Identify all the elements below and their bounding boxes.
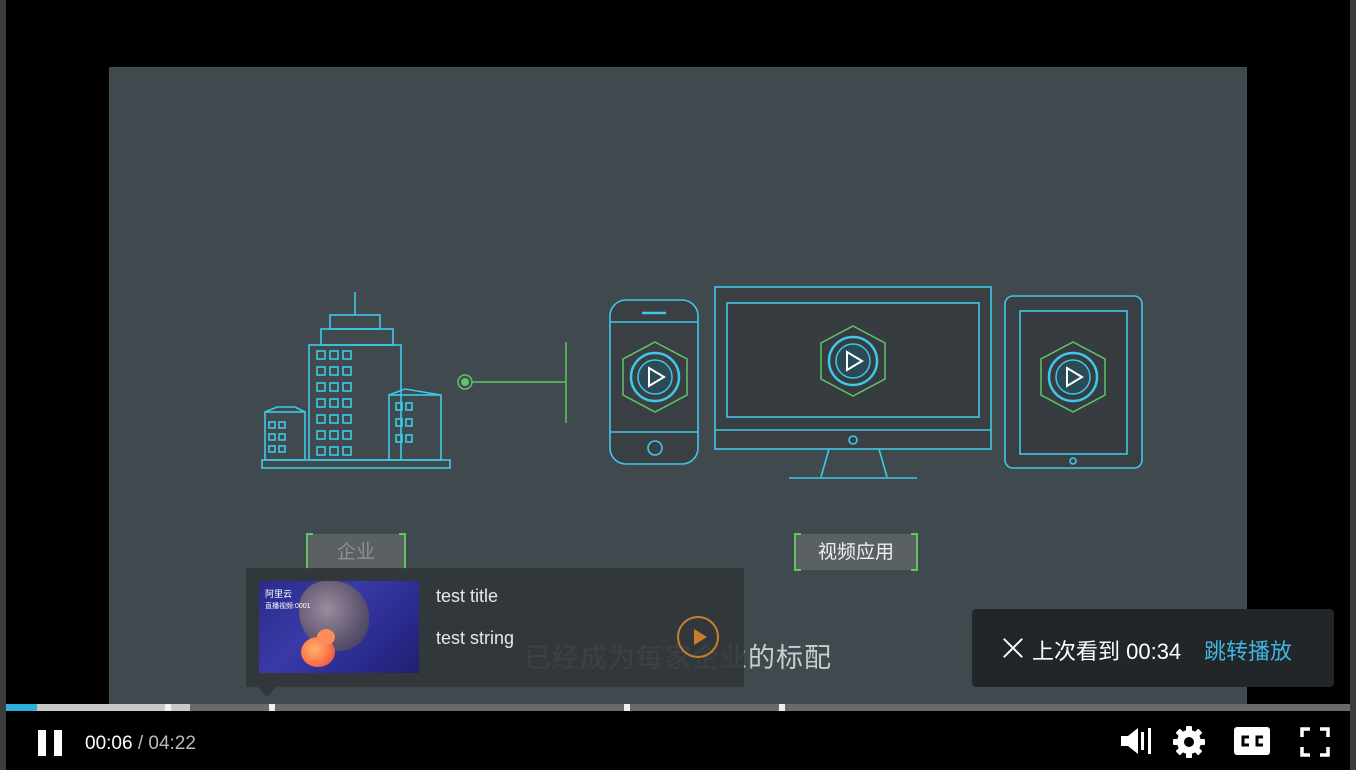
preview-thumbnail: 阿里云 直播视频:0001 — [259, 581, 419, 673]
control-bar: 00:06 / 04:22 — [6, 711, 1350, 770]
duration: 04:22 — [148, 733, 196, 754]
cc-icon[interactable] — [1234, 727, 1270, 755]
jump-play-link[interactable]: 跳转播放 — [1204, 634, 1292, 666]
label-box-right: 视频应用 — [794, 533, 918, 571]
progress-bar[interactable] — [6, 704, 1350, 711]
preview-title: test title — [436, 586, 499, 606]
progress-marker[interactable] — [624, 704, 631, 711]
preview-string: test string — [436, 628, 515, 648]
thumbnail-logo: 阿里云 — [265, 589, 293, 599]
resume-message: 上次看到 00:34 — [1032, 639, 1182, 664]
fullscreen-icon[interactable] — [1300, 727, 1330, 757]
building-illustration — [261, 292, 451, 469]
pause-icon[interactable] — [38, 730, 62, 756]
close-icon[interactable] — [1002, 636, 1024, 658]
video-player[interactable]: 企业 视频应用 已经成为每家企业的标配 阿里云 直播视频:0001 test t… — [6, 0, 1350, 770]
thumbnail-caption: 直播视频:0001 — [265, 603, 311, 610]
volume-icon[interactable] — [1119, 725, 1157, 757]
window-edge-right — [1350, 0, 1356, 770]
time-display: 00:06 / 04:22 — [85, 733, 196, 755]
progress-played — [6, 704, 37, 711]
time-separator: / — [132, 733, 149, 754]
connector-line — [457, 342, 567, 423]
progress-preview-tooltip: 阿里云 直播视频:0001 test title test string — [246, 568, 744, 697]
progress-marker[interactable] — [269, 704, 276, 711]
label-video-app: 视频应用 — [818, 541, 894, 563]
center-play-icon[interactable] — [677, 616, 719, 658]
resume-playback-toast: 上次看到 00:34 跳转播放 — [972, 609, 1334, 687]
label-box-left: 企业 — [306, 533, 406, 571]
progress-marker[interactable] — [164, 704, 171, 711]
monitor-illustration — [714, 286, 992, 479]
current-time: 00:06 — [85, 733, 133, 754]
progress-marker[interactable] — [778, 704, 785, 711]
settings-gear-icon[interactable] — [1172, 725, 1206, 759]
label-enterprise: 企业 — [337, 541, 375, 563]
